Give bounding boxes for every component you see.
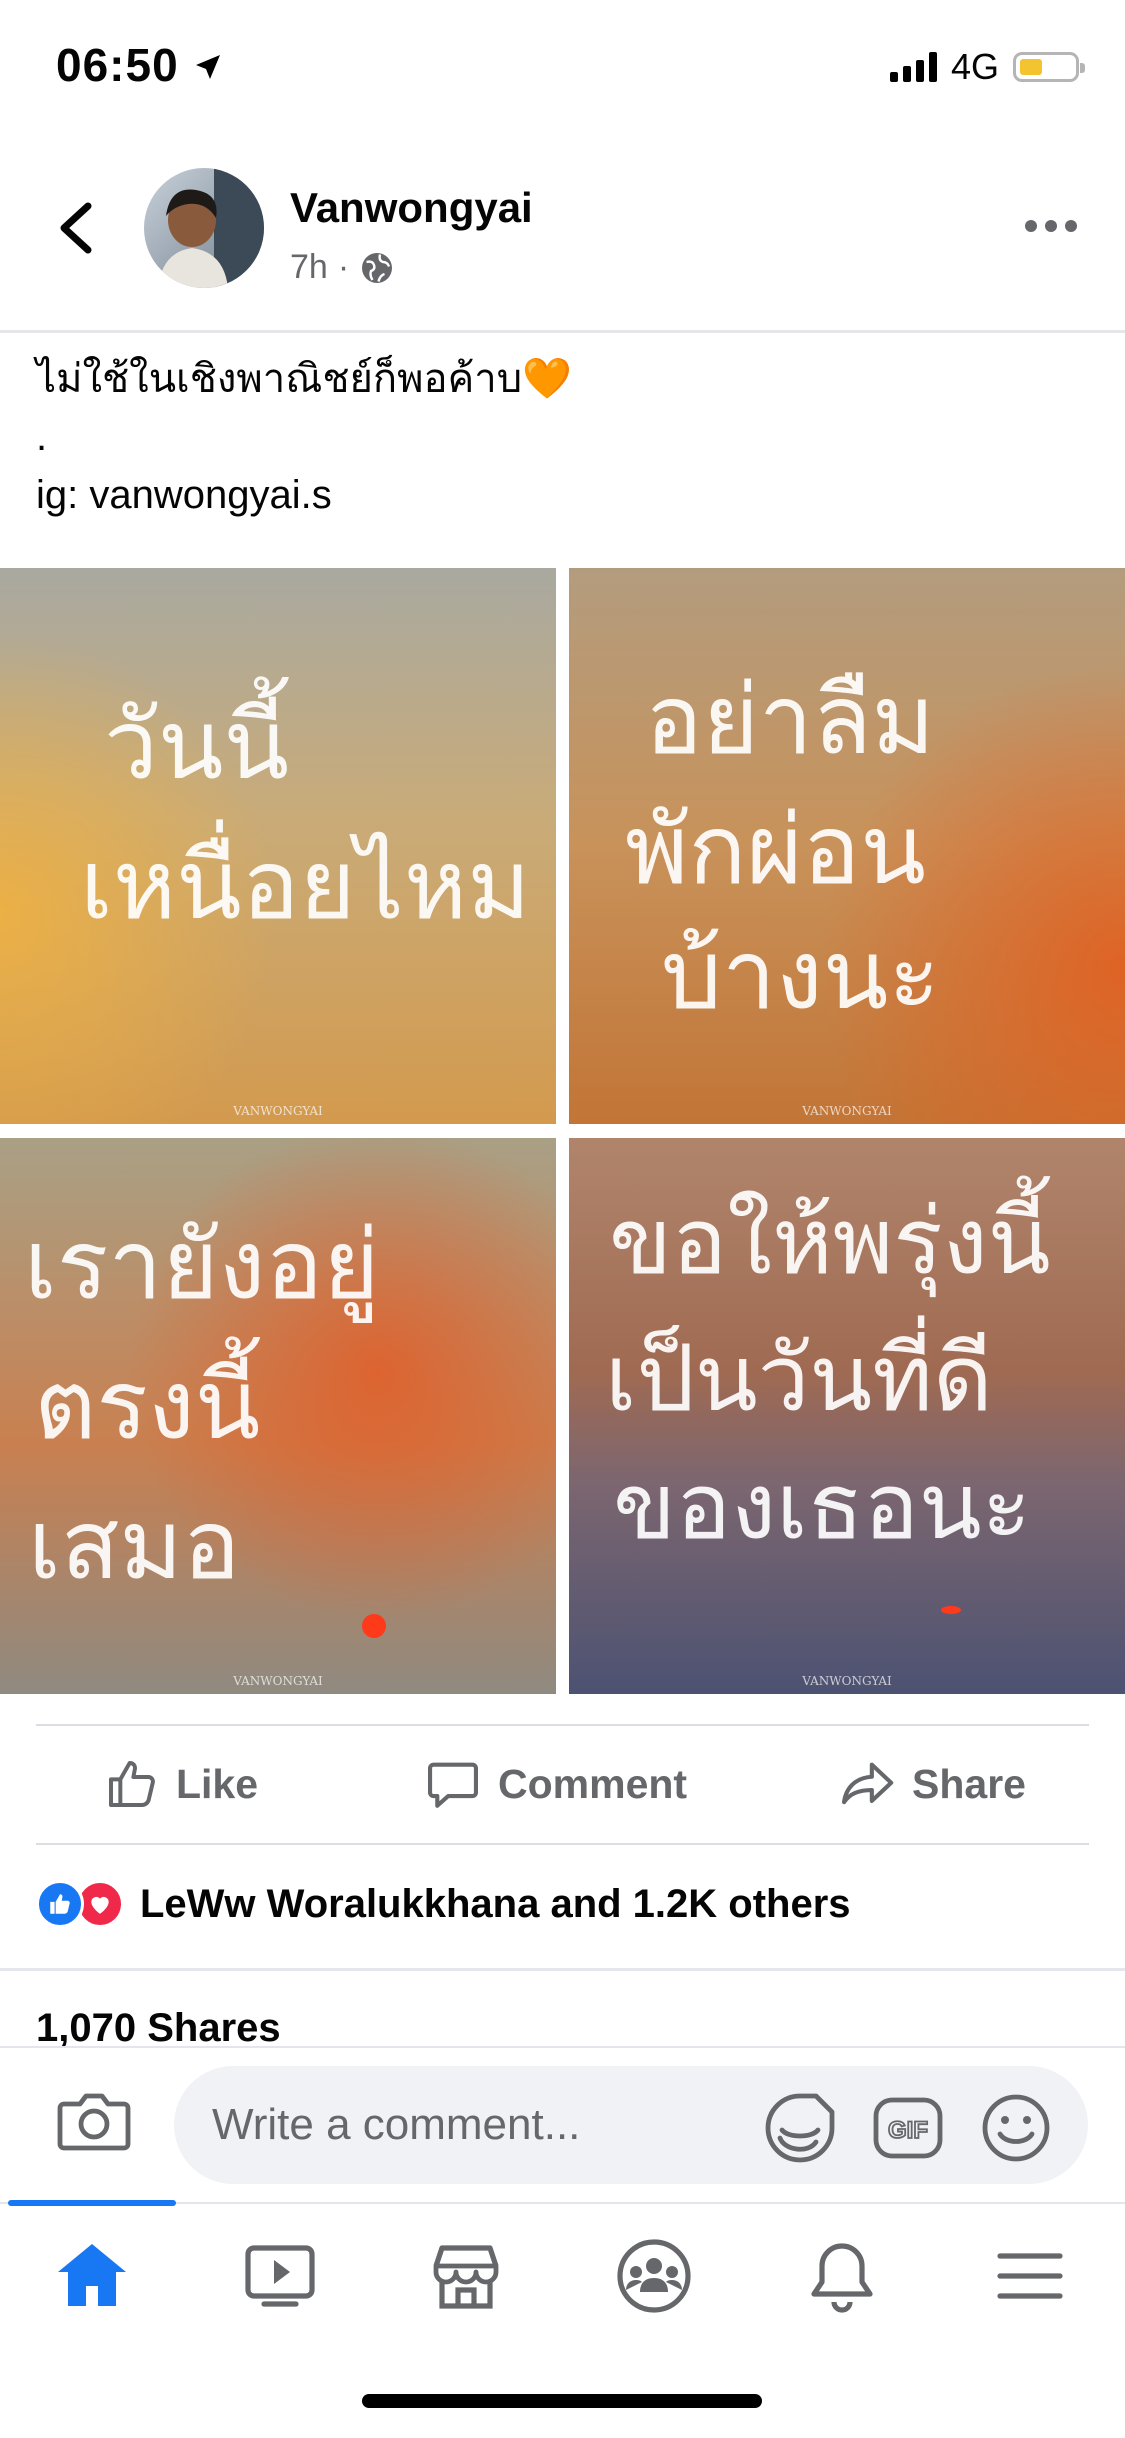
image-4-watermark: VANWONGYAI: [801, 1674, 892, 1688]
bell-icon: [811, 2243, 873, 2313]
more-options-button[interactable]: [1025, 220, 1077, 232]
image-1-line-2: เหนื่อยไหม: [80, 819, 530, 941]
tab-home[interactable]: [52, 2236, 132, 2321]
post-author[interactable]: Vanwongyai: [290, 184, 533, 232]
video-icon: [245, 2245, 315, 2307]
post-time: 7h: [290, 248, 328, 286]
camera-button[interactable]: [56, 2088, 132, 2161]
thumbs-up-icon: [109, 1761, 155, 1807]
image-2-line-3: บ้างนะ: [661, 919, 940, 1031]
image-1-watermark: VANWONGYAI: [232, 1104, 323, 1118]
share-label: Share: [912, 1760, 1026, 1807]
tab-marketplace[interactable]: [426, 2236, 506, 2321]
tab-watch[interactable]: [240, 2236, 320, 2321]
comment-button[interactable]: Comment: [424, 1755, 687, 1813]
comment-label: Comment: [498, 1760, 688, 1807]
gif-icon: GIF: [873, 2097, 943, 2159]
emoji-button[interactable]: [978, 2090, 1054, 2171]
network-type: 4G: [950, 46, 999, 87]
image-2-line-2: พักผ่อน: [625, 794, 926, 906]
post-image-2[interactable]: อย่าลืม พักผ่อน บ้างนะ VANWONGYAI: [569, 568, 1125, 1124]
post-image-3[interactable]: เรายังอยู่ ตรงนี้ เสมอ VANWONGYAI: [0, 1138, 556, 1694]
like-button[interactable]: Like: [104, 1755, 258, 1813]
smiley-icon: [982, 2094, 1050, 2162]
tab-notifications[interactable]: [802, 2236, 882, 2321]
sticker-button[interactable]: [762, 2090, 838, 2171]
status-indicators: 4G: [889, 46, 1085, 88]
meta-separator: ·: [337, 248, 350, 286]
gif-button[interactable]: GIF: [870, 2090, 946, 2171]
image-1-line-1: วันนี้: [104, 676, 290, 801]
hamburger-menu-icon: [997, 2253, 1063, 2299]
comment-placeholder: Write a comment...: [212, 2100, 581, 2149]
actions-divider-bottom: [36, 1843, 1089, 1845]
globe-icon: [362, 252, 393, 283]
groups-icon: [617, 2239, 691, 2313]
image-4-line-3: ของเธอนะ: [613, 1453, 1031, 1560]
signal-icon: [889, 52, 937, 82]
status-time-text: 06:50: [56, 39, 179, 91]
image-3-line-2: ตรงนี้: [34, 1336, 261, 1461]
image-3-line-1: เรายังอยู่: [24, 1209, 379, 1323]
status-time: 06:50: [56, 38, 224, 92]
image-4-line-1: ขอให้พรุ่งนี้: [609, 1175, 1051, 1298]
location-arrow-icon: [196, 55, 221, 79]
image-3-watermark: VANWONGYAI: [232, 1674, 323, 1688]
back-button[interactable]: [50, 198, 106, 258]
chevron-left-icon: [60, 202, 92, 254]
share-arrow-icon: [841, 1762, 894, 1805]
image-4-line-2: เป็นวันที่ดี: [605, 1315, 993, 1432]
sticker-icon: [765, 2093, 835, 2163]
home-indicator: [362, 2394, 762, 2408]
avatar[interactable]: [144, 168, 264, 288]
post-image-4[interactable]: ขอให้พรุ่งนี้ เป็นวันที่ดี ของเธอนะ VANW…: [569, 1138, 1125, 1694]
shop-icon: [433, 2245, 499, 2309]
post-caption: ไม่ใช้ในเชิงพาณิชย์ก็พอค้าบ🧡 . ig: vanwo…: [36, 357, 572, 517]
reactions-divider: [0, 1968, 1125, 1971]
gif-label: GIF: [888, 2117, 928, 2144]
image-3-line-3: เสมอ: [28, 1489, 240, 1601]
image-2-watermark: VANWONGYAI: [801, 1104, 892, 1118]
share-button[interactable]: Share: [838, 1755, 1026, 1813]
actions-divider-top: [36, 1724, 1089, 1726]
reactions-summary[interactable]: LeWw Woralukkhana and 1.2K others: [36, 1880, 851, 1928]
post-meta: 7h ·: [290, 248, 395, 287]
header-divider: [0, 330, 1125, 333]
reactions-text: LeWw Woralukkhana and 1.2K others: [140, 1881, 851, 1926]
like-label: Like: [176, 1760, 259, 1807]
comment-bubble-icon: [427, 1762, 479, 1808]
tab-groups[interactable]: [614, 2236, 694, 2321]
camera-icon: [57, 2093, 131, 2151]
tab-menu[interactable]: [990, 2236, 1070, 2321]
post-image-1[interactable]: วันนี้ เหนื่อยไหม VANWONGYAI: [0, 568, 556, 1124]
shares-count[interactable]: 1,070 Shares: [36, 2006, 281, 2051]
home-icon: [58, 2244, 126, 2306]
image-2-line-1: อย่าลืม: [645, 664, 935, 776]
like-reaction-icon: [36, 1880, 84, 1928]
battery-icon: [1013, 52, 1085, 82]
active-tab-indicator: [8, 2200, 176, 2206]
